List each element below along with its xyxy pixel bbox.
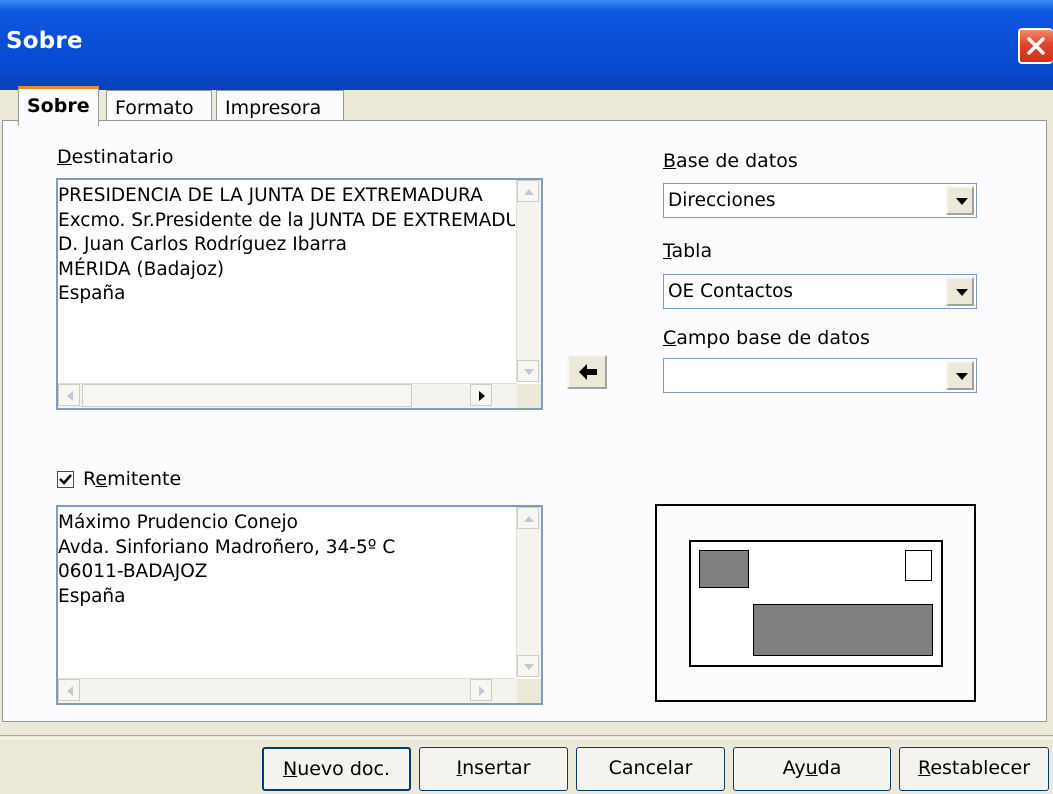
preview-sender-block	[699, 550, 749, 588]
scroll-left-button[interactable]	[58, 384, 80, 406]
scroll-right-button[interactable]	[470, 679, 492, 701]
scroll-up-arrow	[524, 189, 534, 195]
scroll-down-arrow	[524, 369, 534, 375]
scroll-left-arrow	[67, 686, 73, 696]
scroll-corner	[517, 384, 541, 408]
scroll-right-arrow	[479, 686, 485, 696]
recipient-text: PRESIDENCIA DE LA JUNTA DE EXTREMADURA Ex…	[58, 185, 515, 304]
table-dropdown-button[interactable]	[946, 277, 974, 306]
window-title: Sobre	[6, 28, 83, 54]
checkmark	[59, 474, 72, 485]
database-label: Base de datos	[663, 150, 798, 172]
insert-field-button[interactable]	[567, 355, 607, 389]
database-dropdown-button[interactable]	[946, 186, 974, 215]
help-button[interactable]: Ayuda	[733, 747, 891, 791]
title-bar[interactable]: Sobre	[0, 0, 1053, 90]
recipient-textarea[interactable]: PRESIDENCIA DE LA JUNTA DE EXTREMADURA Ex…	[56, 178, 543, 410]
close-icon	[1027, 37, 1045, 55]
close-button[interactable]	[1018, 28, 1053, 64]
sender-textarea[interactable]: Máximo Prudencio Conejo Avda. Sinforiano …	[56, 505, 543, 705]
recipient-vertical-scrollbar[interactable]	[516, 180, 541, 382]
table-label: Tabla	[663, 240, 713, 262]
database-value: Direcciones	[668, 190, 776, 211]
new-document-button[interactable]: Nuevo doc.	[262, 747, 411, 791]
scroll-down-button[interactable]	[517, 360, 539, 382]
tab-formato[interactable]: Formato	[106, 90, 212, 124]
database-select[interactable]: Direcciones	[663, 183, 977, 218]
tab-label: Impresora	[225, 97, 322, 119]
recipient-label: Destinatario	[57, 146, 174, 168]
preview-recipient-block	[753, 604, 933, 656]
insert-field-left-arrow	[579, 364, 597, 380]
scroll-up-arrow	[524, 516, 534, 522]
recipient-horizontal-scrollbar[interactable]	[58, 383, 517, 408]
table-select[interactable]: OE Contactos	[663, 274, 977, 309]
tab-label: Formato	[115, 97, 194, 119]
dropdown-arrow	[956, 198, 968, 205]
scroll-up-button[interactable]	[517, 507, 539, 529]
database-field-label: Campo base de datos	[663, 327, 870, 349]
scroll-right-button[interactable]	[470, 384, 492, 406]
database-field-select[interactable]	[663, 358, 977, 393]
tab-impresora[interactable]: Impresora	[216, 90, 344, 124]
sender-horizontal-scrollbar[interactable]	[58, 678, 517, 703]
sender-checkbox[interactable]	[57, 471, 74, 488]
sender-vertical-scrollbar[interactable]	[516, 507, 541, 677]
scroll-down-button[interactable]	[517, 655, 539, 677]
scroll-up-button[interactable]	[517, 180, 539, 202]
database-field-dropdown-button[interactable]	[946, 361, 974, 390]
scroll-left-button[interactable]	[58, 679, 80, 701]
tab-sobre[interactable]: Sobre	[18, 86, 99, 126]
scroll-left-arrow	[67, 391, 73, 401]
scroll-down-arrow	[524, 664, 534, 670]
reset-button[interactable]: Restablecer	[899, 747, 1049, 791]
sender-label: Remitente	[83, 468, 182, 490]
sender-text: Máximo Prudencio Conejo Avda. Sinforiano …	[58, 512, 396, 607]
scroll-corner	[517, 679, 541, 703]
tab-label: Sobre	[27, 95, 90, 117]
scroll-right-arrow	[479, 391, 485, 401]
dropdown-arrow	[956, 373, 968, 380]
insert-button[interactable]: Insertar	[419, 747, 568, 791]
preview-stamp	[905, 550, 932, 581]
table-value: OE Contactos	[668, 281, 794, 302]
scroll-thumb[interactable]	[82, 384, 412, 407]
dropdown-arrow	[956, 289, 968, 296]
button-bar-divider	[0, 735, 1053, 739]
cancel-button[interactable]: Cancelar	[576, 747, 725, 791]
